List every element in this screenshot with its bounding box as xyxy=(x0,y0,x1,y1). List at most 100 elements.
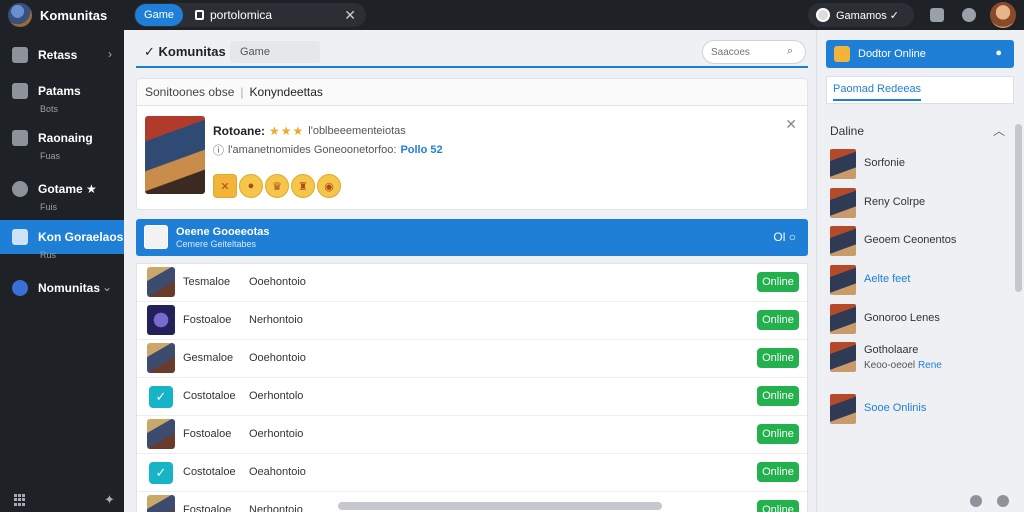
list-item[interactable]: Gotholaare Keoo-oeoel Rene xyxy=(830,342,1000,372)
friend-avatar xyxy=(830,265,856,295)
user-menu[interactable]: Gamamos ✓ xyxy=(808,3,914,27)
friend-name: Aelte feet xyxy=(864,273,911,285)
tab-current[interactable]: portolomica xyxy=(195,8,272,22)
chevron-down-icon: ⌄ xyxy=(101,280,112,294)
help-icon[interactable] xyxy=(997,495,1009,507)
status-badge[interactable]: Online xyxy=(757,500,799,512)
friend-avatar xyxy=(830,394,856,424)
sidebar-item-nomunitas[interactable]: Nomunitas ⌄ xyxy=(0,277,124,299)
pin-icon: ● xyxy=(995,47,1002,59)
sidebar-item-sub: Rus xyxy=(40,250,57,260)
row-name: Fostoaloe xyxy=(183,428,232,440)
badge-trophy-icon[interactable]: ♜ xyxy=(291,174,315,198)
table-row[interactable]: Fostoaloe Nerhontoio Online xyxy=(137,302,807,340)
game-avatar xyxy=(147,343,175,373)
chevron-up-icon[interactable]: ︿ xyxy=(993,122,1005,139)
sidebar-item-raonaing[interactable]: Raonaing Fuas xyxy=(0,127,124,161)
list-item[interactable]: Geoem Ceonentos xyxy=(830,226,1000,256)
close-icon[interactable]: ✕ xyxy=(785,116,797,133)
selected-avatar xyxy=(144,225,168,249)
list-item[interactable]: Reny Colrpe xyxy=(830,188,1000,218)
badge-crown-icon[interactable]: ♛ xyxy=(265,174,289,198)
friend-name: Reny Colrpe xyxy=(864,196,926,208)
tab-paomad-redeeas[interactable]: Paomad Redeeas xyxy=(833,83,922,101)
row-name: Fostoaloe xyxy=(183,504,232,512)
sidebar-item-rus-sub: Rus xyxy=(0,250,124,260)
filter-separator: | xyxy=(240,85,244,99)
apps-grid-icon[interactable] xyxy=(14,494,26,506)
featured-title-line: Rotoane: ★★★ l'oblbeeementeiotas xyxy=(213,124,406,138)
status-badge[interactable]: Online xyxy=(757,386,799,406)
sidebar-item-retass[interactable]: Retass › xyxy=(0,44,124,66)
friend-avatar xyxy=(830,304,856,334)
doctor-online-button[interactable]: Dodtor Online ● xyxy=(826,40,1014,68)
search-icon[interactable]: ⌕ xyxy=(787,45,793,58)
filter-label: Sonitoones obse xyxy=(145,85,235,99)
pin-icon[interactable]: ✦ xyxy=(104,492,115,508)
right-tab-bar: Paomad Redeeas xyxy=(826,76,1014,104)
sidebar-item-sub: Bots xyxy=(40,104,59,114)
selected-list-item[interactable]: Oeene Gooeeotas Cemere Geiteltabes Ol ○ xyxy=(136,219,808,256)
online-button-label: Dodtor Online xyxy=(858,48,926,60)
game-avatar xyxy=(147,267,175,297)
filter-value[interactable]: Konyndeettas xyxy=(250,85,323,99)
check-avatar: ✓ xyxy=(149,386,173,408)
list-item[interactable]: Aelte feet xyxy=(830,265,1000,295)
chart-icon xyxy=(12,130,28,146)
puzzle-icon[interactable] xyxy=(930,8,944,22)
chevron-right-icon: › xyxy=(108,47,112,61)
list-item[interactable]: Gonoroo Lenes xyxy=(830,304,1000,334)
app-logo-icon xyxy=(8,3,32,27)
sidebar-item-label: Kon Goraelaos xyxy=(38,230,124,244)
table-row[interactable]: Tesmaloe Ooehontoio Online xyxy=(137,264,807,302)
status-badge[interactable]: Online xyxy=(757,424,799,444)
status-badge[interactable]: Online xyxy=(757,272,799,292)
sidebar: Retass › Patams Bots Raonaing Fuas Gotam… xyxy=(0,30,124,512)
app-brand[interactable]: Komunitas xyxy=(8,3,107,27)
table-row[interactable]: ✓ Costotaloe Oeahontoio Online xyxy=(137,454,807,492)
list-item[interactable]: Sooe Onlinis xyxy=(830,394,1000,424)
sidebar-item-kon-goraelaos[interactable]: Kon Goraelaos xyxy=(0,220,124,254)
vertical-scrollbar[interactable] xyxy=(1015,124,1022,292)
table-row[interactable]: Fostoaloe Oerhontoio Online xyxy=(137,416,807,454)
sidebar-item-sub: Fuas xyxy=(40,151,61,161)
table-row[interactable]: Gesmaloe Ooehontoio Online xyxy=(137,340,807,378)
game-avatar xyxy=(147,495,175,512)
friend-avatar xyxy=(830,342,856,372)
selected-actions-icon[interactable]: Ol ○ xyxy=(773,230,796,244)
friend-name: Sooe Onlinis xyxy=(864,402,927,414)
top-bar: Komunitas Game portolomica ✕ Gamamos ✓ xyxy=(0,0,1024,30)
sidebar-item-patams[interactable]: Patams Bots xyxy=(0,80,124,114)
filter-chip-game[interactable]: Game xyxy=(230,41,320,63)
featured-thumbnail[interactable] xyxy=(145,116,205,194)
featured-highlight[interactable]: Pollo 52 xyxy=(400,144,442,156)
store-icon xyxy=(12,47,28,63)
profile-avatar[interactable] xyxy=(990,2,1016,28)
row-name: Costotaloe xyxy=(183,466,236,478)
page-title: ✓ Komunitas xyxy=(144,44,226,59)
filter-bar[interactable]: Sonitoones obse | Konyndeettas xyxy=(136,78,808,106)
tab-game[interactable]: Game xyxy=(135,4,183,26)
status-badge[interactable]: Online xyxy=(757,348,799,368)
sidebar-item-gotame[interactable]: Gotame ★ Fuis xyxy=(0,178,124,212)
badge-fire-icon[interactable]: ● xyxy=(239,174,263,198)
badge-row: ✕ ● ♛ ♜ ◉ xyxy=(213,174,341,198)
sidebar-item-sub: Fuis xyxy=(40,202,58,212)
status-badge[interactable]: Online xyxy=(757,462,799,482)
game-icon xyxy=(834,46,850,62)
friends-icon xyxy=(12,229,28,245)
settings-icon[interactable] xyxy=(962,8,976,22)
close-icon[interactable]: ✕ xyxy=(344,6,356,24)
status-badge[interactable]: Online xyxy=(757,310,799,330)
user-avatar-icon xyxy=(816,8,830,22)
row-name: Gesmaloe xyxy=(183,352,234,364)
badge-sword-icon[interactable]: ✕ xyxy=(213,174,237,198)
user-name: Gamamos ✓ xyxy=(836,9,900,22)
horizontal-scrollbar[interactable] xyxy=(338,502,662,510)
friend-avatar xyxy=(830,226,856,256)
list-item[interactable]: Sorfonie xyxy=(830,149,1000,179)
settings-icon[interactable] xyxy=(970,495,982,507)
featured-desc: l'oblbeeementeiotas xyxy=(308,125,406,137)
badge-medal-icon[interactable]: ◉ xyxy=(317,174,341,198)
table-row[interactable]: ✓ Costotaloe Oerhontolo Online xyxy=(137,378,807,416)
